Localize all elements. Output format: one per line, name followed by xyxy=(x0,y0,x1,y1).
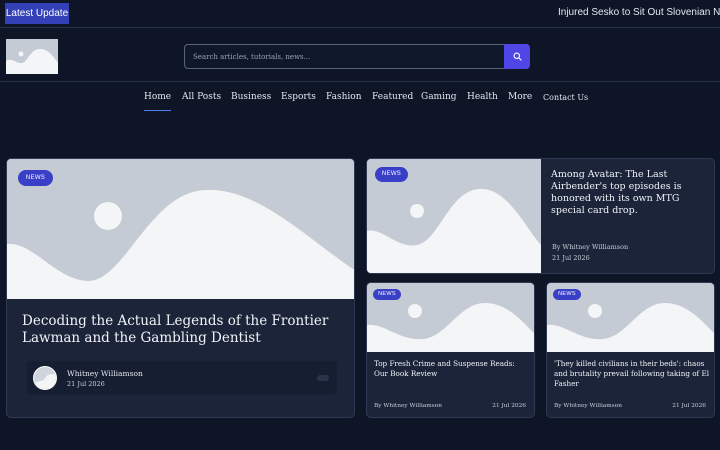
user-avatar-icon xyxy=(34,367,56,389)
publish-date: 21 Jul 2026 xyxy=(552,254,590,262)
publish-date: 21 Jul 2026 xyxy=(672,403,706,409)
nav-gaming[interactable]: Gaming xyxy=(421,92,457,102)
latest-update-label: Latest Update xyxy=(5,3,69,24)
nav-home[interactable]: Home xyxy=(144,92,172,111)
search-button[interactable] xyxy=(504,44,530,69)
article-author[interactable]: By Whitney Williamson xyxy=(374,403,442,409)
search-icon xyxy=(513,52,522,61)
search-input[interactable] xyxy=(185,45,503,68)
site-logo[interactable] xyxy=(6,39,58,74)
small-article-title-2[interactable]: 'They killed civilians in their beds': c… xyxy=(554,359,710,389)
nav-featured[interactable]: Featured xyxy=(372,92,413,102)
news-badge[interactable]: NEWS xyxy=(375,167,408,182)
small-article-card-2[interactable]: NEWS 'They killed civilians in their bed… xyxy=(546,282,715,418)
news-badge[interactable]: NEWS xyxy=(553,289,581,300)
nav-health[interactable]: Health xyxy=(467,92,498,102)
nav-fashion[interactable]: Fashion xyxy=(326,92,362,102)
site-header xyxy=(0,28,720,82)
featured-thumbnail xyxy=(7,159,354,299)
main-nav: Home All Posts Business Esports Fashion … xyxy=(0,83,720,115)
nav-business[interactable]: Business xyxy=(231,92,271,102)
featured-article-card[interactable]: NEWS Decoding the Actual Legends of the … xyxy=(6,158,355,418)
news-badge[interactable]: NEWS xyxy=(18,170,53,186)
side-article-card[interactable]: NEWS Among Avatar: The Last Airbender's … xyxy=(366,158,715,274)
avatar[interactable] xyxy=(33,366,57,390)
featured-title[interactable]: Decoding the Actual Legends of the Front… xyxy=(22,313,340,347)
author-name[interactable]: Whitney Williamson xyxy=(67,369,143,378)
news-badge[interactable]: NEWS xyxy=(373,289,401,300)
side-article-title[interactable]: Among Avatar: The Last Airbender's top e… xyxy=(551,169,701,217)
nav-contact-us[interactable]: Contact Us xyxy=(543,93,588,102)
publish-date: 21 Jul 2026 xyxy=(492,403,526,409)
small-article-card-1[interactable]: NEWS Top Fresh Crime and Suspense Reads:… xyxy=(366,282,535,418)
article-author[interactable]: By Whitney Williamson xyxy=(552,243,628,251)
ticker-headline-link[interactable]: Injured Sesko to Sit Out Slovenian Natio… xyxy=(558,7,720,18)
search-bar xyxy=(184,44,530,69)
nav-more[interactable]: More xyxy=(508,92,532,102)
nav-all-posts[interactable]: All Posts xyxy=(182,92,221,102)
image-placeholder-icon xyxy=(6,39,58,74)
publish-date: 21 Jul 2026 xyxy=(67,380,105,388)
share-icon[interactable] xyxy=(317,375,329,381)
article-author[interactable]: By Whitney Williamson xyxy=(554,403,622,409)
image-placeholder-icon xyxy=(7,159,354,299)
nav-esports[interactable]: Esports xyxy=(281,92,316,102)
author-box: Whitney Williamson 21 Jul 2026 xyxy=(27,361,337,395)
small-article-title-1[interactable]: Top Fresh Crime and Suspense Reads: Our … xyxy=(374,359,530,379)
news-ticker: Latest Update Injured Sesko to Sit Out S… xyxy=(0,0,720,28)
ticker-track: Injured Sesko to Sit Out Slovenian Natio… xyxy=(540,0,720,28)
